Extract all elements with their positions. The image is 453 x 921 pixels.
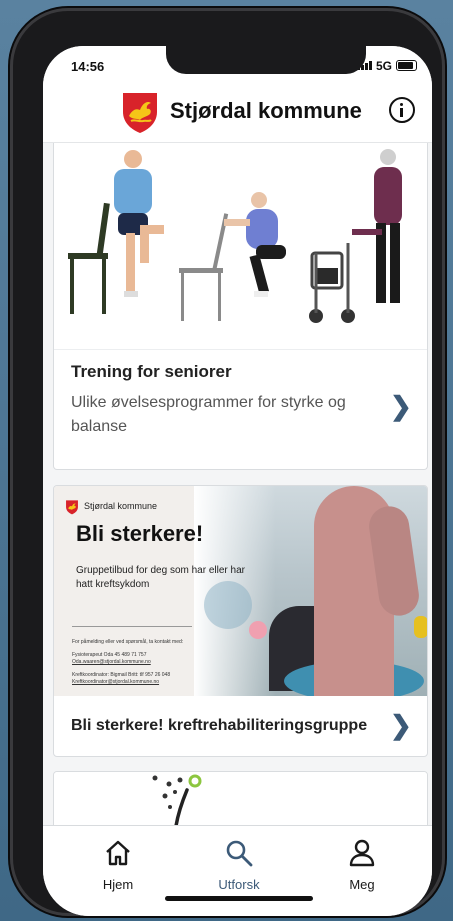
person-icon	[349, 839, 375, 867]
card-title: Trening for seniorer	[71, 362, 232, 381]
flyer-subtitle: Gruppetilbud for deg som har eller har h…	[76, 565, 245, 590]
tab-utforsk[interactable]: Utforsk	[194, 838, 284, 892]
card-bli-sterkere[interactable]: Stjørdal kommune Bli sterkere! Gruppetil…	[53, 485, 428, 757]
network-label: 5G	[376, 59, 393, 73]
seniors-exercise-illustration	[54, 133, 427, 350]
app-screen: 14:56 5G Stjørdal kommune Trening for se…	[43, 46, 432, 916]
chevron-right-icon: ❯	[390, 710, 412, 740]
card-title: Bli sterkere! kreftrehabiliteringsgruppe	[71, 717, 368, 734]
card-description: Ulike øvelsesprogrammer for styrke og ba…	[71, 394, 346, 435]
coat-of-arms-logo	[123, 93, 157, 133]
flyer-contact-line: For påmelding eller ved spørsmål, ta kon…	[72, 639, 184, 645]
tab-label: Hjem	[102, 877, 134, 892]
phone-notch	[166, 46, 366, 74]
status-time: 14:56	[71, 59, 105, 74]
tab-label: Meg	[349, 877, 375, 892]
flyer-logo	[66, 500, 78, 515]
battery-icon	[396, 60, 417, 71]
flyer-image: Stjørdal kommune Bli sterkere! Gruppetil…	[54, 486, 427, 696]
flyer-title: Bli sterkere!	[76, 521, 204, 546]
search-icon	[226, 840, 253, 867]
tab-label: Utforsk	[218, 877, 260, 892]
home-indicator[interactable]	[165, 896, 313, 901]
flyer-contact-line: Oda.waaren@stjordal.kommune.no	[72, 659, 151, 665]
tab-hjem[interactable]: Hjem	[73, 838, 163, 892]
home-icon	[106, 840, 130, 866]
flyer-contact-line: Kreftkoordinator: Bigmail Britt: tlf 957…	[72, 672, 171, 678]
app-title: Stjørdal kommune	[170, 98, 362, 123]
app-header: Stjørdal kommune	[43, 86, 432, 143]
chevron-right-icon: ❯	[390, 391, 412, 421]
tab-bar: Hjem Utforsk Meg	[43, 825, 432, 916]
info-icon[interactable]	[389, 97, 415, 123]
phone-frame: 14:56 5G Stjørdal kommune Trening for se…	[10, 8, 445, 916]
flyer-contact-line: Kreftkoordinator@stjordal.kommune.no	[72, 679, 160, 685]
tab-meg[interactable]: Meg	[317, 838, 407, 892]
flyer-brand: Stjørdal kommune	[84, 501, 158, 511]
card-trening-for-seniorer[interactable]: Trening for seniorer Ulike øvelsesprogra…	[53, 133, 428, 470]
flyer-contact-line: Fysioterapeut Oda 45 489 71 757	[72, 652, 147, 658]
